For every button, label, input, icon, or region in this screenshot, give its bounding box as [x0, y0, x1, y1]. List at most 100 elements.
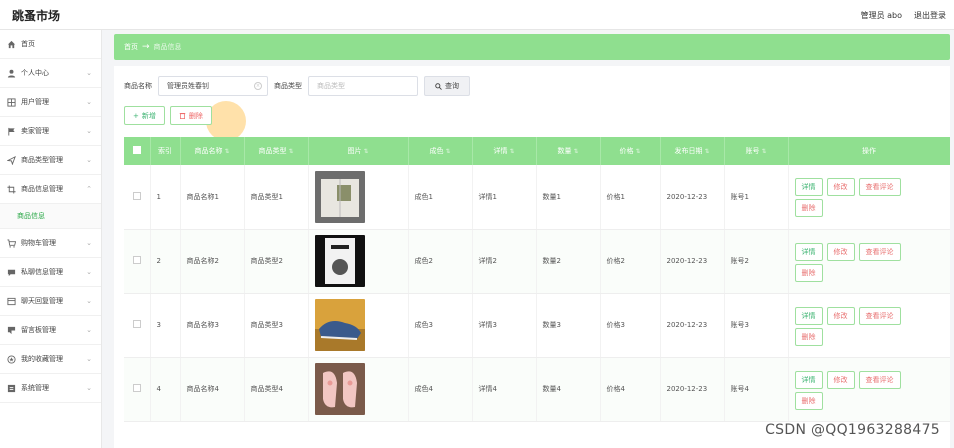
edit-button[interactable]: 修改: [826, 242, 855, 261]
cell-name: 商品名称2: [180, 229, 245, 294]
search-button[interactable]: 查询: [424, 76, 470, 96]
cell-ops: 详情 修改 查看评论 删除: [788, 357, 950, 422]
sort-icon: ⇅: [704, 148, 710, 155]
sidebar-item-home[interactable]: 首页: [0, 30, 101, 59]
cart-icon: [7, 238, 16, 248]
edit-button[interactable]: 修改: [826, 306, 855, 325]
cell-condition: 成色1: [408, 165, 473, 230]
cell-type: 商品类型3: [244, 293, 309, 358]
breadcrumb: 首页 → 商品信息: [114, 34, 950, 60]
column-header[interactable]: 详情 ⇅: [472, 137, 537, 165]
column-header[interactable]: 数量 ⇅: [536, 137, 601, 165]
column-header[interactable]: 价格 ⇅: [600, 137, 661, 165]
product-name-value: 管理员姓春钊: [167, 82, 209, 90]
row-checkbox[interactable]: [124, 165, 151, 230]
delete-button[interactable]: 删除: [169, 106, 212, 125]
column-header[interactable]: 账号 ⇅: [724, 137, 789, 165]
product-type-input[interactable]: 商品类型: [308, 76, 418, 96]
cell-detail: 详情1: [472, 165, 537, 230]
box-image: [314, 235, 365, 287]
product-name-input[interactable]: 管理员姓春钊 ×: [158, 76, 268, 96]
add-button-label: 新增: [141, 111, 156, 120]
view-reviews-button[interactable]: 查看评论: [858, 178, 901, 197]
chevron-down-icon: ⌄: [86, 156, 92, 164]
row-delete-button[interactable]: 删除: [794, 327, 823, 346]
clear-icon[interactable]: ×: [254, 82, 262, 90]
sidebar-item-product-info[interactable]: 商品信息管理 ⌃: [0, 175, 101, 204]
view-reviews-button[interactable]: 查看评论: [858, 242, 901, 261]
row-delete-button[interactable]: 删除: [794, 391, 823, 410]
sort-icon: ⇅: [363, 148, 369, 155]
detail-button[interactable]: 详情: [794, 370, 823, 389]
sidebar-item-favorites[interactable]: 我的收藏管理 ⌄: [0, 345, 101, 374]
plus-icon: +: [133, 111, 139, 120]
arrow-right-icon: →: [142, 42, 150, 52]
sidebar-item-label: 商品类型管理: [21, 156, 63, 164]
row-delete-button[interactable]: 删除: [794, 199, 823, 218]
sidebar-item-private-messages[interactable]: 私聊信息管理 ⌄: [0, 258, 101, 287]
column-header[interactable]: 商品名称 ⇅: [180, 137, 245, 165]
cell-condition: 成色3: [408, 293, 473, 358]
column-header[interactable]: 成色 ⇅: [408, 137, 473, 165]
cell-ops: 详情 修改 查看评论 删除: [788, 165, 950, 230]
cell-type: 商品类型2: [244, 229, 309, 294]
sidebar-item-users[interactable]: 用户管理 ⌄: [0, 88, 101, 117]
row-checkbox[interactable]: [124, 293, 151, 358]
view-reviews-button[interactable]: 查看评论: [858, 306, 901, 325]
chevron-down-icon: ⌄: [86, 98, 92, 106]
chevron-down-icon: ⌄: [86, 69, 92, 77]
detail-button[interactable]: 详情: [794, 306, 823, 325]
cell-name: 商品名称3: [180, 293, 245, 358]
cell-index: 4: [150, 357, 181, 422]
detail-button[interactable]: 详情: [794, 178, 823, 197]
sidebar-item-cart[interactable]: 购物车管理 ⌄: [0, 229, 101, 258]
cell-index: 1: [150, 165, 181, 230]
sidebar-item-label: 系统管理: [21, 384, 49, 392]
cell-price: 价格2: [600, 229, 661, 294]
admin-name[interactable]: 管理员 abo: [861, 10, 902, 21]
cell-account: 账号3: [724, 293, 789, 358]
sidebar-item-profile[interactable]: 个人中心 ⌄: [0, 59, 101, 88]
view-reviews-button[interactable]: 查看评论: [858, 370, 901, 389]
sidebar-item-chat-replies[interactable]: 聊天回复管理 ⌄: [0, 287, 101, 316]
sidebar-item-product-types[interactable]: 商品类型管理 ⌄: [0, 146, 101, 175]
row-checkbox[interactable]: [124, 357, 151, 422]
sidebar-item-label: 卖家管理: [21, 127, 49, 135]
sidebar-item-sellers[interactable]: 卖家管理 ⌄: [0, 117, 101, 146]
cell-date: 2020-12-23: [660, 229, 725, 294]
sidebar-item-label: 个人中心: [21, 69, 49, 77]
sidebar-item-message-board[interactable]: 留言板管理 ⌄: [0, 316, 101, 345]
sort-icon: ⇅: [573, 148, 579, 155]
cell-account: 账号4: [724, 357, 789, 422]
board-icon: [7, 326, 16, 335]
cursor-highlight: [206, 101, 246, 141]
logout-link[interactable]: 退出登录: [914, 10, 946, 21]
cell-quantity: 数量4: [536, 357, 601, 422]
breadcrumb-home[interactable]: 首页: [124, 42, 138, 52]
user-icon: [7, 69, 16, 78]
detail-button[interactable]: 详情: [794, 242, 823, 261]
watermark: CSDN @QQ1963288475: [765, 422, 940, 438]
column-header[interactable]: 图片 ⇅: [308, 137, 409, 165]
main-content: 首页 → 商品信息 商品名称 管理员姓春钊 × 商品类型 商品类型 查询 I +…: [114, 34, 950, 448]
edit-button[interactable]: 修改: [826, 370, 855, 389]
row-checkbox[interactable]: [124, 229, 151, 294]
select-all-checkbox[interactable]: [124, 137, 151, 165]
sidebar-subitem-product-info[interactable]: 商品信息: [0, 204, 101, 229]
sidebar-item-label: 聊天回复管理: [21, 297, 63, 305]
cell-price: 价格1: [600, 165, 661, 230]
column-header[interactable]: 发布日期 ⇅: [660, 137, 725, 165]
sidebar-item-system[interactable]: 系统管理 ⌄: [0, 374, 101, 403]
edit-button[interactable]: 修改: [826, 178, 855, 197]
column-header[interactable]: 商品类型 ⇅: [244, 137, 309, 165]
table-row: 4 商品名称4 商品类型4 成色4 详情4 数量4 价格4 2020-12-23…: [124, 357, 950, 422]
cell-index: 3: [150, 293, 181, 358]
add-button[interactable]: + 新增: [124, 106, 165, 125]
row-delete-button[interactable]: 删除: [794, 263, 823, 282]
cell-detail: 详情4: [472, 357, 537, 422]
chevron-down-icon: ⌄: [86, 384, 92, 392]
table-row: 2 商品名称2 商品类型2 成色2 详情2 数量2 价格2 2020-12-23…: [124, 229, 950, 294]
star-icon: [7, 354, 16, 364]
sidebar: 首页 个人中心 ⌄ 用户管理 ⌄ 卖家管理 ⌄ 商品类型管理 ⌄ 商品信息管理 …: [0, 30, 102, 448]
column-header[interactable]: 索引: [150, 137, 181, 165]
